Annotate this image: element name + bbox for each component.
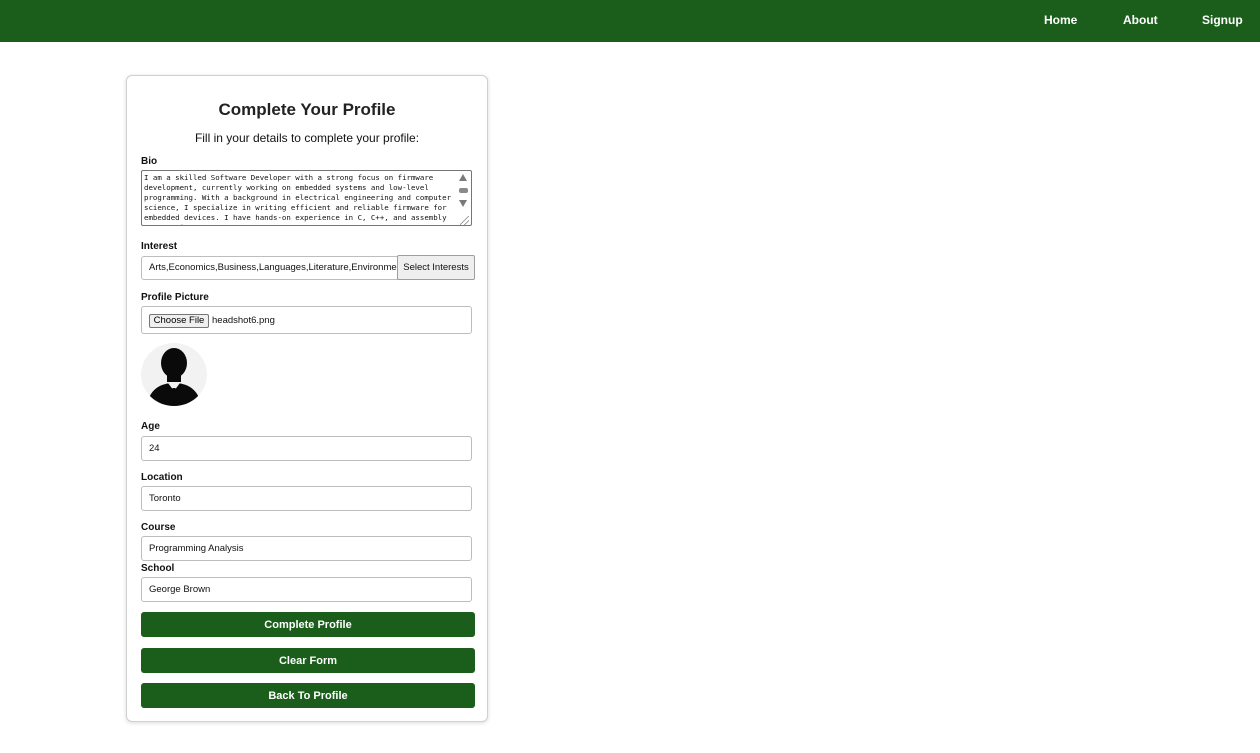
complete-profile-button[interactable]: Complete Profile xyxy=(141,612,475,637)
nav-about-link[interactable]: About xyxy=(1123,13,1158,27)
age-field[interactable] xyxy=(141,436,472,461)
profile-picture-file-input[interactable]: Choose File headshot6.png xyxy=(141,306,472,334)
top-navbar: Home About Signup xyxy=(0,0,1260,42)
selected-file-name: headshot6.png xyxy=(212,315,275,326)
choose-file-button[interactable]: Choose File xyxy=(149,314,209,328)
bio-textarea[interactable]: I am a skilled Software Developer with a… xyxy=(141,170,472,226)
page-title: Complete Your Profile xyxy=(218,100,396,119)
school-label: School xyxy=(141,563,175,574)
clear-form-button[interactable]: Clear Form xyxy=(141,648,475,673)
school-field[interactable] xyxy=(141,577,472,602)
age-label: Age xyxy=(141,421,160,432)
profile-picture-label: Profile Picture xyxy=(141,292,209,303)
avatar xyxy=(141,343,207,406)
nav-home-link[interactable]: Home xyxy=(1044,13,1077,27)
bio-scrollbar[interactable] xyxy=(458,174,468,210)
back-to-profile-button[interactable]: Back To Profile xyxy=(141,683,475,708)
interest-input[interactable]: Arts,Economics,Business,Languages,Litera… xyxy=(141,256,398,280)
location-label: Location xyxy=(141,472,183,483)
location-field[interactable] xyxy=(141,486,472,511)
select-interests-button[interactable]: Select Interests xyxy=(397,255,475,280)
scroll-up-arrow-icon[interactable] xyxy=(459,174,467,181)
interest-label: Interest xyxy=(141,241,178,252)
scroll-thumb[interactable] xyxy=(459,188,468,193)
profile-form-card: Complete Your Profile Fill in your detai… xyxy=(126,75,488,722)
resize-grip-icon[interactable] xyxy=(460,216,469,225)
person-silhouette-icon xyxy=(147,348,201,406)
nav-signup-link[interactable]: Signup xyxy=(1202,13,1243,27)
bio-label: Bio xyxy=(141,156,158,167)
form-subtitle: Fill in your details to complete your pr… xyxy=(194,131,420,145)
course-field[interactable] xyxy=(141,536,472,561)
scroll-down-arrow-icon[interactable] xyxy=(459,200,467,207)
course-label: Course xyxy=(141,522,176,533)
